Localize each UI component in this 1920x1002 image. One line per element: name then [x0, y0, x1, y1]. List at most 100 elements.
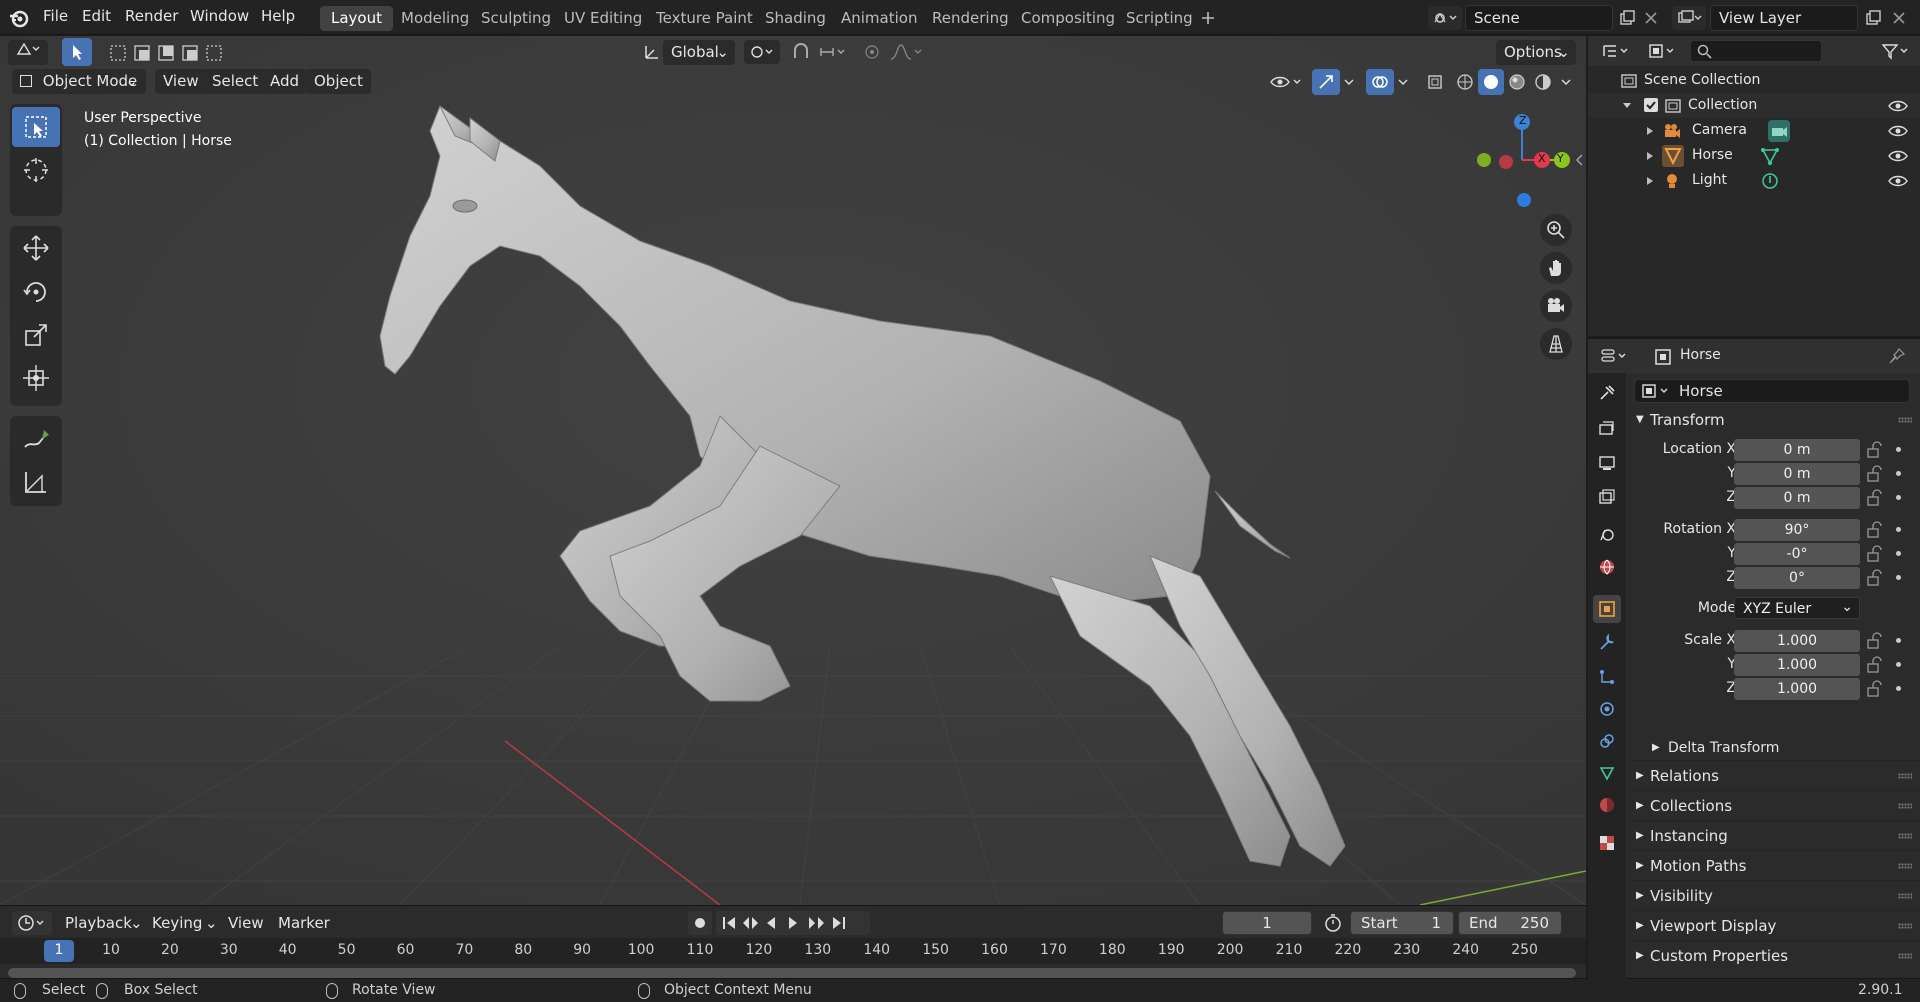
collection-checkbox[interactable]: [1644, 98, 1658, 112]
rendered-shading-icon[interactable]: [1530, 69, 1556, 95]
move-tool[interactable]: [12, 228, 60, 268]
start-frame-field[interactable]: Start 1: [1350, 911, 1454, 935]
tab-texture-paint[interactable]: Texture Paint: [645, 6, 764, 31]
section-relations[interactable]: ▶ Relations: [1630, 760, 1920, 790]
gizmo-toggle-icon[interactable]: [1312, 69, 1340, 95]
section-collections[interactable]: ▶ Collections: [1630, 790, 1920, 820]
keyframe-dot-icon[interactable]: [1896, 575, 1901, 580]
menu-edit[interactable]: Edit: [82, 7, 111, 25]
menu-help[interactable]: Help: [261, 7, 295, 25]
pivot-point-icon[interactable]: [744, 40, 780, 64]
particles-tab-icon[interactable]: [1593, 663, 1621, 691]
scale-z-field[interactable]: 1.000: [1734, 678, 1860, 700]
keyframe-dot-icon[interactable]: [1896, 471, 1901, 476]
pan-hand-icon[interactable]: [1540, 252, 1572, 284]
menu-render[interactable]: Render: [125, 7, 178, 25]
zoom-icon[interactable]: [1540, 214, 1572, 246]
new-view-layer-icon[interactable]: [1862, 7, 1884, 29]
keyframe-dot-icon[interactable]: [1896, 527, 1901, 532]
lock-icon[interactable]: [1866, 545, 1884, 563]
lock-icon[interactable]: [1866, 441, 1884, 459]
keyframe-dot-icon[interactable]: [1896, 638, 1901, 643]
snap-target-icon[interactable]: [816, 40, 852, 64]
outliner-row-scene-collection[interactable]: Scene Collection: [1588, 68, 1920, 93]
location-x-field[interactable]: 0 m: [1734, 439, 1860, 461]
filter-icon[interactable]: [1878, 39, 1914, 63]
rotation-mode-dropdown[interactable]: XYZ Euler ⌄: [1734, 597, 1860, 619]
lock-icon[interactable]: [1866, 569, 1884, 587]
select-tool-header-icon[interactable]: [62, 38, 92, 66]
stopwatch-icon[interactable]: [1320, 911, 1346, 935]
menu-window[interactable]: Window: [190, 7, 249, 25]
outliner-row-horse[interactable]: Horse: [1588, 143, 1920, 168]
scale-tool[interactable]: [12, 315, 60, 355]
xray-toggle-icon[interactable]: [1422, 69, 1448, 95]
section-viewport-display[interactable]: ▶ Viewport Display: [1630, 910, 1920, 940]
proportional-edit-icon[interactable]: [860, 40, 884, 64]
drag-grip-icon[interactable]: [1898, 417, 1912, 423]
drag-grip-icon[interactable]: [1898, 953, 1912, 959]
view-menu[interactable]: View: [155, 69, 207, 94]
solid-shading-icon[interactable]: [1478, 69, 1504, 95]
view-layer-field[interactable]: View Layer: [1710, 5, 1858, 31]
drag-grip-icon[interactable]: [1898, 773, 1912, 779]
delete-view-layer-icon[interactable]: [1888, 7, 1910, 29]
gizmo-dropdown-icon[interactable]: [1340, 69, 1358, 95]
drag-grip-icon[interactable]: [1898, 893, 1912, 899]
menu-file[interactable]: File: [43, 7, 68, 25]
delta-transform-subpanel[interactable]: ▶ Delta Transform: [1630, 733, 1920, 763]
data-tab-icon[interactable]: [1593, 759, 1621, 787]
tab-sculpting[interactable]: Sculpting: [470, 6, 562, 31]
overlay-dropdown-icon[interactable]: [1394, 69, 1412, 95]
new-scene-icon[interactable]: [1616, 7, 1638, 29]
scene-tab-icon[interactable]: [1593, 519, 1621, 547]
timeline-view-menu[interactable]: View: [228, 914, 264, 932]
keyframe-dot-icon[interactable]: [1896, 662, 1901, 667]
keying-menu[interactable]: Keying: [152, 914, 202, 932]
current-frame-field[interactable]: 1: [1222, 911, 1312, 935]
add-workspace-icon[interactable]: [1199, 9, 1217, 27]
scene-name-field[interactable]: Scene: [1465, 5, 1613, 31]
playback-controls[interactable]: [688, 910, 874, 936]
mode-dropdown[interactable]: Object Mode ⌄: [12, 69, 146, 94]
playback-menu[interactable]: Playback: [65, 914, 132, 932]
transform-tool[interactable]: [12, 358, 60, 398]
camera-view-icon[interactable]: [1540, 290, 1572, 322]
lock-icon[interactable]: [1866, 680, 1884, 698]
drag-grip-icon[interactable]: [1898, 833, 1912, 839]
pin-icon[interactable]: [1888, 347, 1906, 365]
transform-orientation-icon[interactable]: [640, 40, 664, 64]
tool-tab-icon[interactable]: [1593, 379, 1621, 407]
object-menu[interactable]: Object: [306, 69, 371, 94]
outliner-editor-type-icon[interactable]: [1598, 39, 1636, 63]
tab-shading[interactable]: Shading: [754, 6, 837, 31]
constraints-tab-icon[interactable]: [1593, 727, 1621, 755]
navigation-gizmo[interactable]: [1472, 108, 1582, 218]
object-tab-icon[interactable]: [1593, 595, 1621, 623]
keyframe-dot-icon[interactable]: [1896, 447, 1901, 452]
tab-layout[interactable]: Layout: [320, 6, 393, 31]
outliner-row-collection[interactable]: Collection: [1588, 93, 1920, 118]
camera-data-icon[interactable]: [1768, 120, 1790, 142]
modifier-tab-icon[interactable]: [1593, 629, 1621, 657]
view-layer-tab-icon[interactable]: [1593, 483, 1621, 511]
drag-grip-icon[interactable]: [1898, 863, 1912, 869]
tab-modeling[interactable]: Modeling: [390, 6, 480, 31]
editor-type-icon[interactable]: [8, 40, 48, 65]
world-tab-icon[interactable]: [1593, 553, 1621, 581]
perspective-toggle-icon[interactable]: [1540, 328, 1572, 360]
sidebar-toggle-icon[interactable]: [1572, 151, 1586, 169]
lock-icon[interactable]: [1866, 656, 1884, 674]
drag-grip-icon[interactable]: [1898, 803, 1912, 809]
section-visibility[interactable]: ▶ Visibility: [1630, 880, 1920, 910]
texture-tab-icon[interactable]: [1593, 829, 1621, 857]
keyframe-dot-icon[interactable]: [1896, 495, 1901, 500]
select-mode-buttons[interactable]: [108, 40, 230, 66]
lock-icon[interactable]: [1866, 521, 1884, 539]
location-y-field[interactable]: 0 m: [1734, 463, 1860, 485]
overlay-toggle-icon[interactable]: [1366, 69, 1394, 95]
properties-editor-type-icon[interactable]: [1596, 344, 1634, 368]
cursor-tool[interactable]: [12, 150, 60, 190]
view-layer-browse-icon[interactable]: [1672, 6, 1706, 30]
rotation-z-field[interactable]: 0°: [1734, 567, 1860, 589]
